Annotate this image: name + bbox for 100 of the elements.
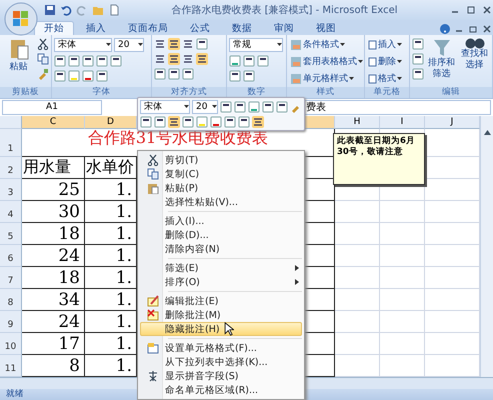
group-label: 样式 <box>287 87 364 98</box>
menu-item[interactable]: 排序(O) <box>140 275 302 289</box>
menu-item[interactable]: 复制(C) <box>140 167 302 181</box>
ribbon-tab[interactable]: 插入 <box>76 20 116 35</box>
grid-cell <box>380 245 425 268</box>
close-icon[interactable] <box>481 22 493 35</box>
binoculars-icon <box>464 38 484 49</box>
table-cell: 24 <box>22 311 85 334</box>
editing-menu-button[interactable]: 排序和筛选 <box>426 38 457 88</box>
table-cell: 34 <box>22 289 85 312</box>
column-header[interactable]: H <box>335 116 380 130</box>
row-header[interactable]: 3 <box>0 179 22 202</box>
save-icon[interactable] <box>44 4 56 16</box>
style-menu-button[interactable]: 单元格样式 <box>289 72 364 86</box>
menu-item[interactable]: 设置单元格格式(F)... <box>140 341 302 355</box>
name-box[interactable]: A1 <box>2 100 102 116</box>
cells-icon <box>368 74 377 84</box>
group-label: 对齐方式 <box>152 87 226 98</box>
dropdown-caret-icon <box>397 60 402 64</box>
menu-item[interactable]: 插入(I)... <box>140 214 302 228</box>
menu-item[interactable]: 选择性粘贴(V)... <box>140 195 302 209</box>
font-name-field[interactable]: 宋体 <box>54 38 112 52</box>
scroll-up-icon <box>484 130 490 136</box>
dropdown-caret-icon <box>358 60 363 64</box>
ribbon-tab[interactable]: 页面布局 <box>118 20 178 35</box>
align-bottom-icon[interactable] <box>182 38 194 50</box>
row-header[interactable]: 7 <box>0 267 22 290</box>
menu-item[interactable]: 显示拼音字段(S) <box>140 369 302 383</box>
column-header[interactable]: C <box>22 116 85 130</box>
column-header[interactable]: I <box>380 116 425 130</box>
menu-item[interactable]: 删除(D)... <box>140 228 302 242</box>
dropdown-caret-icon <box>184 105 189 109</box>
row-header[interactable]: 11 <box>0 355 22 378</box>
align-left-icon[interactable] <box>154 52 166 65</box>
close-icon[interactable] <box>481 4 493 16</box>
grid-cell <box>335 333 380 356</box>
table-cell: 17 <box>22 333 85 356</box>
grid-cell <box>335 223 380 246</box>
note-delete-icon <box>147 309 159 321</box>
menu-item[interactable]: 隐藏批注(H) <box>140 322 302 336</box>
currency-icon <box>229 54 241 67</box>
row-header[interactable]: 9 <box>0 311 22 334</box>
style-menu-button[interactable]: 套用表格格式 <box>289 54 364 69</box>
font-size-field[interactable]: 20 <box>114 38 144 52</box>
grid-cell <box>335 201 380 224</box>
vertical-scrollbar[interactable] <box>480 116 493 378</box>
dropdown-caret-icon <box>138 42 143 47</box>
copy-icon <box>147 168 159 180</box>
grid-cell <box>335 267 380 290</box>
help-icon[interactable] <box>439 22 451 35</box>
scissors-icon <box>147 154 159 166</box>
row-header[interactable]: 4 <box>0 201 22 224</box>
table-cell: 30 <box>22 201 85 224</box>
cells-icon <box>368 40 377 50</box>
font-name-field[interactable]: 宋体 <box>140 100 190 114</box>
ribbon-tab[interactable]: 公式 <box>180 20 220 35</box>
ribbon-tab[interactable]: 视图 <box>306 20 346 35</box>
number-format-field[interactable]: 常规 <box>229 38 283 52</box>
table-cell: 用水量 <box>22 157 85 180</box>
cells-menu-button[interactable]: 格式 <box>367 72 403 86</box>
menu-item[interactable]: 粘贴(P) <box>140 181 302 195</box>
menu-item[interactable]: 从下拉列表中选择(K)... <box>140 355 302 369</box>
cells-menu-button[interactable]: 删除 <box>367 54 403 69</box>
fill-color-icon <box>196 116 208 128</box>
merge-cells-icon[interactable] <box>196 52 208 65</box>
new-document-icon[interactable] <box>108 4 120 16</box>
menu-item[interactable]: 删除批注(M) <box>140 308 302 322</box>
editing-menu-button[interactable]: 查找和选择 <box>459 38 490 88</box>
table-cell: 18 <box>22 223 85 246</box>
align-middle-icon[interactable] <box>168 38 180 50</box>
menu-item[interactable]: 筛选(E) <box>140 261 302 275</box>
row-header[interactable]: 2 <box>0 157 22 180</box>
column-header[interactable]: J <box>425 116 480 130</box>
menu-item[interactable]: 编辑批注(E) <box>140 294 302 308</box>
cells-menu-button[interactable]: 插入 <box>367 38 403 52</box>
dropdown-caret-icon <box>212 105 217 109</box>
align-right-icon[interactable] <box>182 52 194 65</box>
style-menu-button[interactable]: 条件格式 <box>289 38 364 52</box>
ribbon-tab[interactable]: 开始 <box>34 20 74 35</box>
row-header[interactable]: 10 <box>0 333 22 356</box>
ribbon-tab[interactable]: 数据 <box>222 20 262 35</box>
grid-cell <box>380 311 425 334</box>
row-header[interactable]: 8 <box>0 289 22 312</box>
formula-field[interactable]: 费表 <box>303 100 491 116</box>
grid-cell <box>335 245 380 268</box>
column-header[interactable]: D <box>85 116 137 130</box>
menu-item[interactable]: 清除内容(N) <box>140 242 302 256</box>
align-top-icon[interactable] <box>154 38 166 50</box>
merge-cells-icon[interactable] <box>252 116 264 128</box>
align-center-icon[interactable] <box>168 116 180 128</box>
maximize-icon[interactable] <box>465 4 477 16</box>
undo-icon[interactable] <box>60 4 72 16</box>
font-size-field[interactable]: 20 <box>192 100 218 114</box>
row-header[interactable]: 6 <box>0 245 22 268</box>
align-center-icon[interactable] <box>168 52 180 65</box>
row-header[interactable]: 5 <box>0 223 22 246</box>
ribbon-tab[interactable]: 审阅 <box>264 20 304 35</box>
row-header[interactable]: 1 <box>0 129 22 158</box>
paste-button[interactable]: 粘贴 <box>2 38 35 88</box>
dropdown-caret-icon <box>397 42 402 47</box>
